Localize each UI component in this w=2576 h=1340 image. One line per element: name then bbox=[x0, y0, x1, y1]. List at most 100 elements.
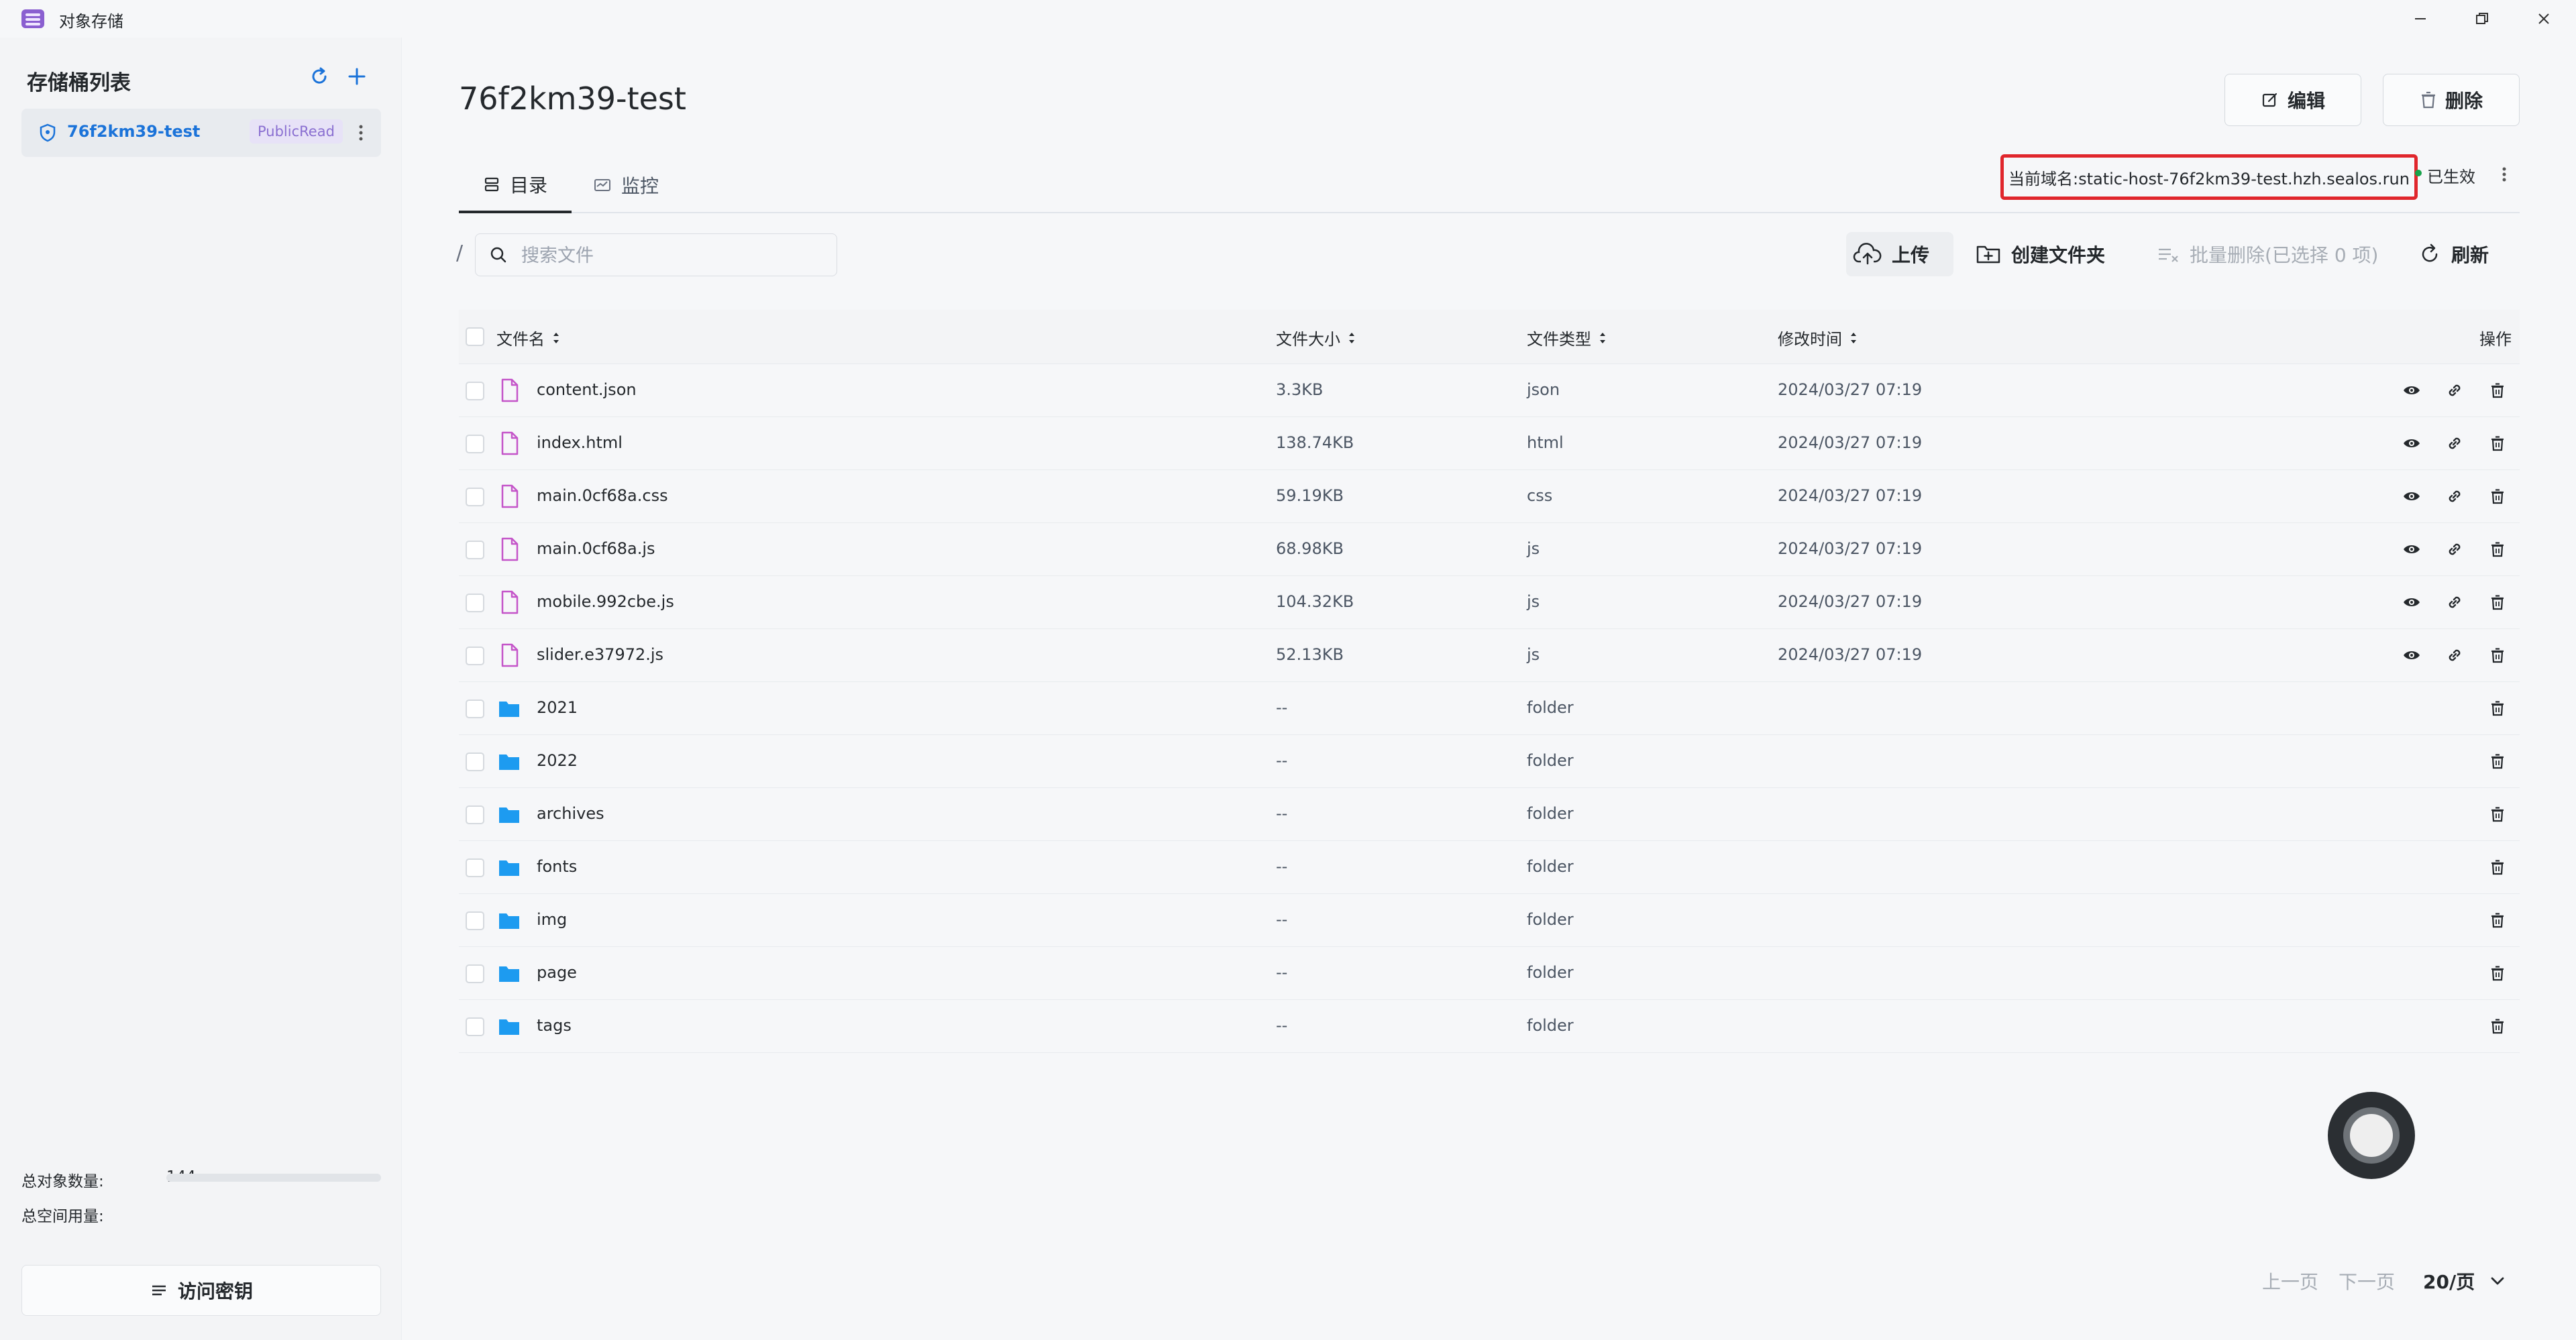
column-header-name[interactable]: 文件名 bbox=[496, 326, 561, 349]
file-name[interactable]: archives bbox=[537, 804, 604, 823]
search-input[interactable] bbox=[520, 242, 824, 269]
current-domain[interactable]: 当前域名:static-host-76f2km39-test.hzh.sealo… bbox=[2000, 154, 2418, 200]
delete-file-button[interactable] bbox=[2486, 644, 2509, 667]
row-checkbox[interactable] bbox=[466, 647, 484, 665]
delete-file-button[interactable] bbox=[2486, 697, 2509, 720]
table-row[interactable]: 2021 -- folder bbox=[459, 682, 2520, 735]
delete-file-button[interactable] bbox=[2486, 750, 2509, 773]
sort-icon bbox=[1851, 332, 1856, 343]
table-row[interactable]: content.json 3.3KB json 2024/03/27 07:19 bbox=[459, 364, 2520, 417]
row-checkbox[interactable] bbox=[466, 594, 484, 612]
delete-file-button[interactable] bbox=[2486, 379, 2509, 402]
preview-button[interactable] bbox=[2400, 432, 2423, 455]
column-header-size[interactable]: 文件大小 bbox=[1276, 326, 1356, 349]
copy-link-button[interactable] bbox=[2443, 485, 2466, 508]
tab-directory[interactable]: 目录 bbox=[459, 158, 572, 213]
close-window-button[interactable] bbox=[2530, 5, 2557, 32]
edit-button[interactable]: 编辑 bbox=[2224, 74, 2361, 126]
current-path[interactable]: / bbox=[456, 241, 463, 265]
next-page-button[interactable]: 下一页 bbox=[2339, 1268, 2395, 1294]
copy-link-button[interactable] bbox=[2443, 538, 2466, 561]
search-box[interactable] bbox=[475, 233, 837, 276]
copy-link-button[interactable] bbox=[2443, 432, 2466, 455]
row-checkbox[interactable] bbox=[466, 541, 484, 559]
table-row[interactable]: tags -- folder bbox=[459, 1000, 2520, 1053]
restore-button[interactable] bbox=[2469, 5, 2496, 32]
row-checkbox[interactable] bbox=[466, 435, 484, 453]
copy-link-button[interactable] bbox=[2443, 591, 2466, 614]
edit-label: 编辑 bbox=[2287, 90, 2325, 112]
preview-button[interactable] bbox=[2400, 379, 2423, 402]
table-row[interactable]: main.0cf68a.css 59.19KB css 2024/03/27 0… bbox=[459, 470, 2520, 523]
file-name[interactable]: 2022 bbox=[537, 751, 578, 770]
minimize-button[interactable] bbox=[2407, 5, 2434, 32]
preview-button[interactable] bbox=[2400, 485, 2423, 508]
file-name[interactable]: img bbox=[537, 910, 567, 929]
table-row[interactable]: page -- folder bbox=[459, 947, 2520, 1000]
table-row[interactable]: archives -- folder bbox=[459, 788, 2520, 841]
file-modified: 2024/03/27 07:19 bbox=[1778, 539, 1923, 558]
file-name[interactable]: mobile.992cbe.js bbox=[537, 592, 674, 611]
delete-file-button[interactable] bbox=[2486, 432, 2509, 455]
add-bucket-icon[interactable] bbox=[345, 64, 369, 89]
delete-file-button[interactable] bbox=[2486, 1015, 2509, 1038]
file-name[interactable]: 2021 bbox=[537, 698, 578, 717]
table-row[interactable]: main.0cf68a.js 68.98KB js 2024/03/27 07:… bbox=[459, 523, 2520, 576]
refresh-button[interactable]: 刷新 bbox=[2418, 232, 2489, 276]
preview-button[interactable] bbox=[2400, 591, 2423, 614]
row-checkbox[interactable] bbox=[466, 1017, 484, 1036]
file-name[interactable]: slider.e37972.js bbox=[537, 645, 663, 664]
preview-button[interactable] bbox=[2400, 644, 2423, 667]
delete-file-button[interactable] bbox=[2486, 856, 2509, 879]
refresh-icon[interactable] bbox=[307, 64, 331, 89]
file-name[interactable]: content.json bbox=[537, 380, 637, 399]
sort-icon bbox=[1349, 332, 1354, 343]
delete-file-button[interactable] bbox=[2486, 909, 2509, 932]
row-checkbox[interactable] bbox=[466, 858, 484, 877]
row-checkbox[interactable] bbox=[466, 911, 484, 930]
file-name[interactable]: page bbox=[537, 963, 577, 982]
row-checkbox[interactable] bbox=[466, 488, 484, 506]
copy-link-button[interactable] bbox=[2443, 644, 2466, 667]
page-size-select[interactable]: 20/页 bbox=[2423, 1268, 2506, 1294]
tab-monitor[interactable]: 监控 bbox=[593, 158, 659, 212]
floating-assistant-button[interactable] bbox=[2328, 1092, 2415, 1179]
file-name[interactable]: index.html bbox=[537, 433, 623, 452]
delete-file-button[interactable] bbox=[2486, 538, 2509, 561]
delete-file-button[interactable] bbox=[2486, 485, 2509, 508]
column-header-type[interactable]: 文件类型 bbox=[1527, 326, 1607, 349]
access-key-button[interactable]: 访问密钥 bbox=[21, 1265, 381, 1316]
row-checkbox[interactable] bbox=[466, 382, 484, 400]
more-vertical-icon[interactable] bbox=[2496, 161, 2513, 188]
copy-link-button[interactable] bbox=[2443, 379, 2466, 402]
create-folder-button[interactable]: 创建文件夹 bbox=[1975, 232, 2105, 276]
table-row[interactable]: mobile.992cbe.js 104.32KB js 2024/03/27 … bbox=[459, 576, 2520, 629]
column-header-modified[interactable]: 修改时间 bbox=[1778, 326, 1858, 349]
more-vertical-icon[interactable] bbox=[353, 121, 369, 145]
row-checkbox[interactable] bbox=[466, 805, 484, 824]
delete-file-button[interactable] bbox=[2486, 803, 2509, 826]
table-row[interactable]: fonts -- folder bbox=[459, 841, 2520, 894]
row-checkbox[interactable] bbox=[466, 700, 484, 718]
row-checkbox[interactable] bbox=[466, 752, 484, 771]
bucket-item[interactable]: 76f2km39-test PublicRead bbox=[21, 109, 381, 157]
file-name[interactable]: main.0cf68a.js bbox=[537, 539, 655, 558]
table-row[interactable]: img -- folder bbox=[459, 894, 2520, 947]
table-row[interactable]: index.html 138.74KB html 2024/03/27 07:1… bbox=[459, 417, 2520, 470]
upload-button[interactable]: 上传 bbox=[1846, 232, 1953, 276]
select-all-checkbox[interactable] bbox=[466, 327, 484, 346]
batch-delete-button[interactable]: 批量删除(已选择 0 项) bbox=[2156, 232, 2378, 276]
file-name[interactable]: fonts bbox=[537, 857, 577, 876]
table-row[interactable]: 2022 -- folder bbox=[459, 735, 2520, 788]
delete-bucket-button[interactable]: 删除 bbox=[2383, 74, 2520, 126]
file-type: json bbox=[1527, 380, 1560, 399]
prev-page-button[interactable]: 上一页 bbox=[2262, 1268, 2318, 1294]
table-row[interactable]: slider.e37972.js 52.13KB js 2024/03/27 0… bbox=[459, 629, 2520, 682]
delete-file-button[interactable] bbox=[2486, 962, 2509, 985]
file-name[interactable]: tags bbox=[537, 1016, 572, 1035]
preview-button[interactable] bbox=[2400, 538, 2423, 561]
trash-icon bbox=[2491, 807, 2504, 822]
delete-file-button[interactable] bbox=[2486, 591, 2509, 614]
file-name[interactable]: main.0cf68a.css bbox=[537, 486, 668, 505]
row-checkbox[interactable] bbox=[466, 964, 484, 983]
